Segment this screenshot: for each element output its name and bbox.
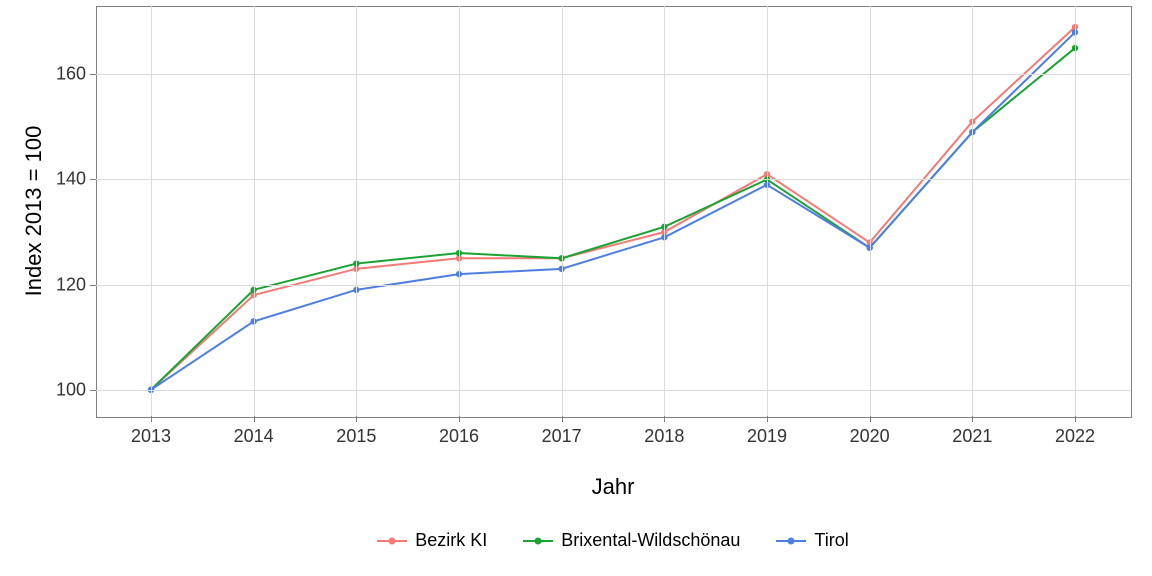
grid-line-y	[96, 74, 1130, 75]
tick-mark-y	[90, 74, 96, 75]
grid-line-x	[562, 6, 563, 416]
legend-item: Tirol	[776, 530, 848, 551]
tick-label-y: 140	[48, 169, 86, 190]
grid-line-y	[96, 390, 1130, 391]
series-line	[151, 48, 1075, 390]
y-axis-label: Index 2013 = 100	[21, 126, 47, 297]
grid-line-x	[767, 6, 768, 416]
tick-label-x: 2020	[850, 426, 890, 447]
x-axis-label: Jahr	[592, 474, 635, 500]
grid-line-x	[459, 6, 460, 416]
tick-mark-y	[90, 390, 96, 391]
series-line	[151, 27, 1075, 390]
legend-item: Brixental-Wildschönau	[523, 530, 740, 551]
legend-key-icon	[776, 532, 806, 550]
tick-mark-x	[459, 416, 460, 422]
grid-line-x	[151, 6, 152, 416]
grid-line-x	[972, 6, 973, 416]
grid-line-x	[356, 6, 357, 416]
tick-mark-x	[151, 416, 152, 422]
tick-mark-x	[562, 416, 563, 422]
series-line	[151, 32, 1075, 389]
legend-label: Bezirk KI	[415, 530, 487, 551]
tick-label-y: 120	[48, 274, 86, 295]
tick-mark-x	[356, 416, 357, 422]
legend: Bezirk KI Brixental-Wildschönau Tirol	[96, 530, 1130, 551]
tick-mark-x	[767, 416, 768, 422]
tick-label-x: 2022	[1055, 426, 1095, 447]
tick-mark-y	[90, 179, 96, 180]
grid-line-y	[96, 179, 1130, 180]
legend-label: Brixental-Wildschönau	[561, 530, 740, 551]
tick-mark-x	[254, 416, 255, 422]
grid-line-x	[1075, 6, 1076, 416]
tick-mark-y	[90, 285, 96, 286]
tick-label-x: 2019	[747, 426, 787, 447]
tick-label-x: 2014	[234, 426, 274, 447]
legend-key-icon	[523, 532, 553, 550]
chart-lines-layer	[0, 0, 1152, 576]
tick-label-x: 2018	[644, 426, 684, 447]
legend-key-icon	[377, 532, 407, 550]
legend-item: Bezirk KI	[377, 530, 487, 551]
tick-mark-x	[972, 416, 973, 422]
grid-line-y	[96, 285, 1130, 286]
tick-label-x: 2013	[131, 426, 171, 447]
tick-label-x: 2016	[439, 426, 479, 447]
tick-mark-x	[870, 416, 871, 422]
grid-line-x	[664, 6, 665, 416]
tick-label-x: 2017	[542, 426, 582, 447]
legend-label: Tirol	[814, 530, 848, 551]
tick-label-y: 100	[48, 379, 86, 400]
tick-label-y: 160	[48, 64, 86, 85]
grid-line-x	[870, 6, 871, 416]
chart-container: Jahr Index 2013 = 100 Bezirk KI Brixental…	[0, 0, 1152, 576]
tick-mark-x	[664, 416, 665, 422]
grid-line-x	[254, 6, 255, 416]
tick-label-x: 2021	[952, 426, 992, 447]
tick-mark-x	[1075, 416, 1076, 422]
tick-label-x: 2015	[336, 426, 376, 447]
